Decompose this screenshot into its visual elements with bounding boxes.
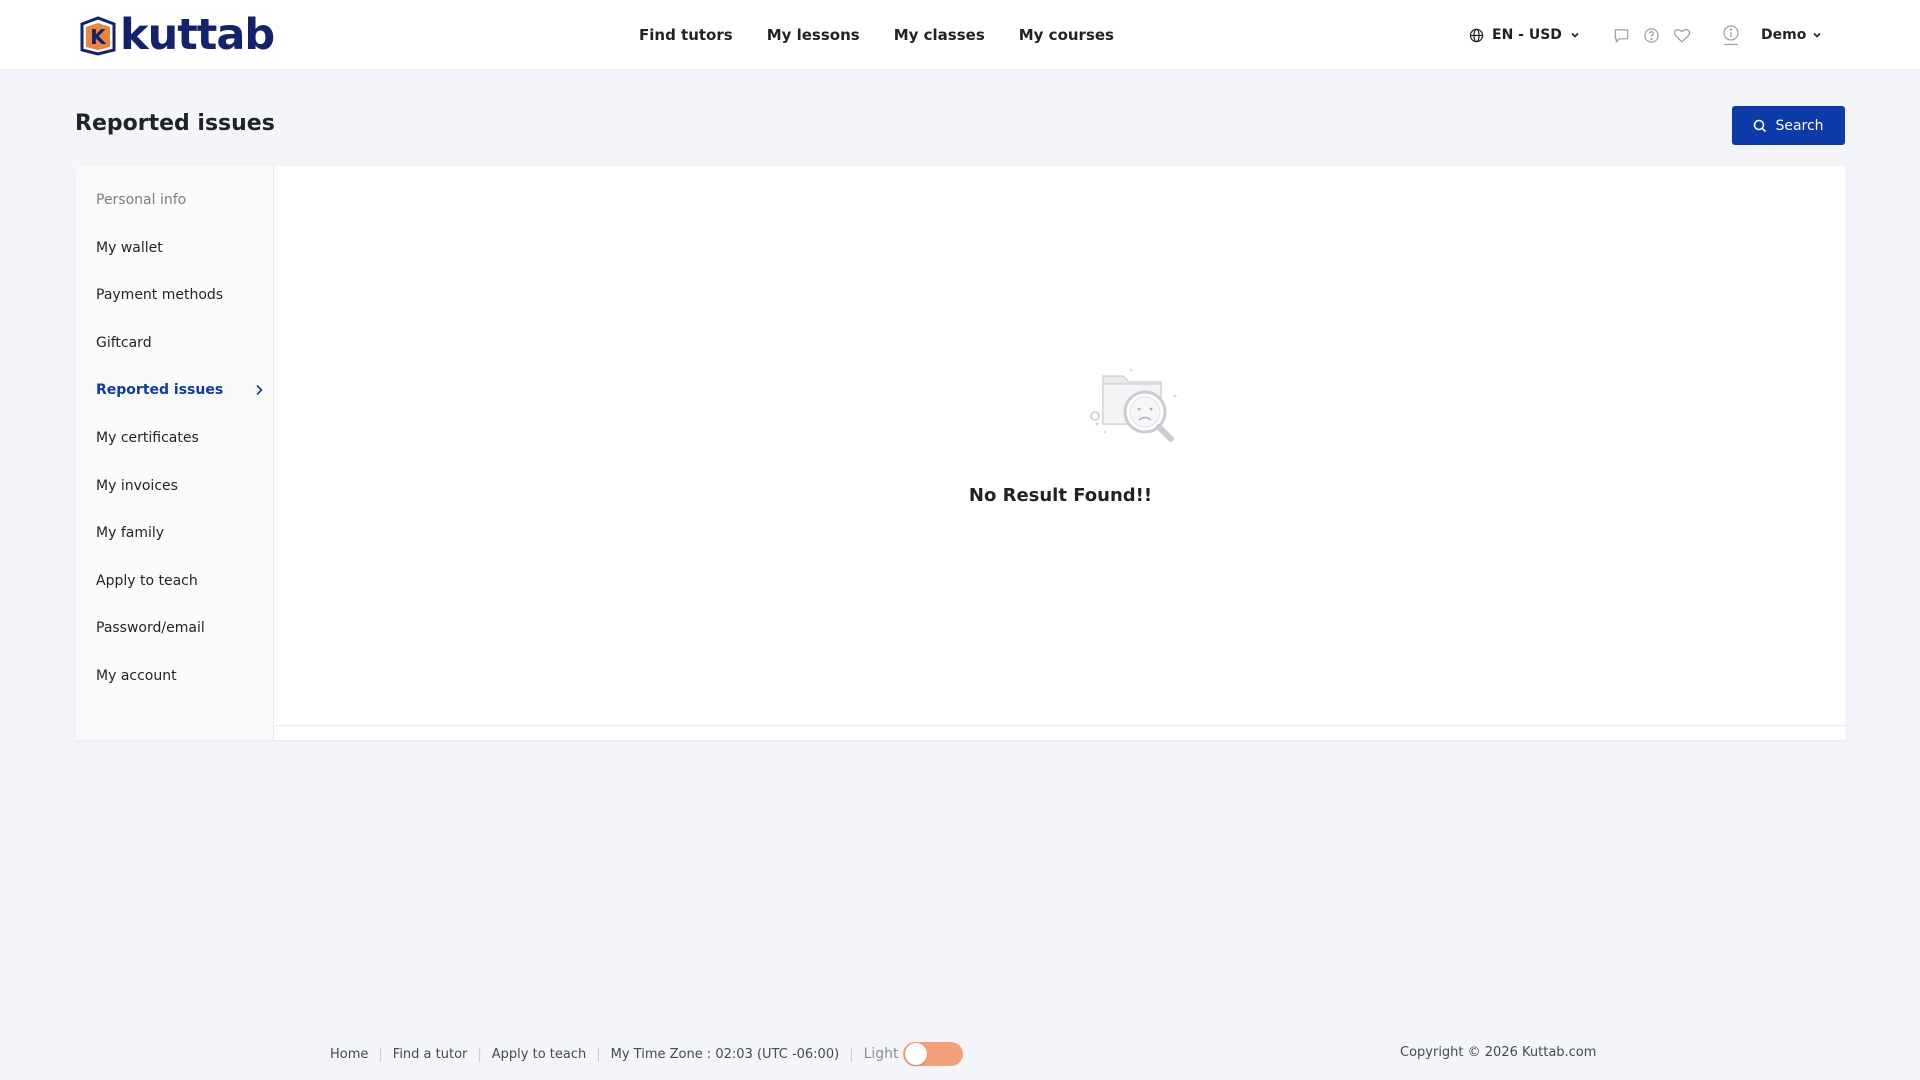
- sidebar-item-apply-to-teach[interactable]: Apply to teach: [96, 569, 264, 593]
- sidebar-item-label: Apply to teach: [96, 573, 198, 589]
- nav-my-classes[interactable]: My classes: [894, 26, 985, 44]
- sidebar-item-my-account[interactable]: My account: [96, 664, 264, 688]
- search-icon: [1754, 119, 1767, 132]
- sidebar-item-label: My family: [96, 525, 165, 541]
- search-button-label: Search: [1775, 117, 1824, 134]
- search-button[interactable]: Search: [1732, 106, 1845, 145]
- chevron-down-icon: [1571, 32, 1579, 38]
- chevron-right-icon: [256, 384, 263, 396]
- user-menu[interactable]: Demo: [1761, 24, 1822, 46]
- sidebar-item-giftcard[interactable]: Giftcard: [96, 331, 264, 355]
- logo-text: kuttab: [120, 10, 275, 60]
- kuttab-logo[interactable]: K kuttab: [78, 10, 275, 60]
- chat-icon[interactable]: [1613, 27, 1630, 44]
- svg-text:K: K: [90, 25, 107, 49]
- nav-my-lessons[interactable]: My lessons: [767, 26, 860, 44]
- footer-divider: |: [378, 1046, 383, 1062]
- sidebar-item-my-invoices[interactable]: My invoices: [96, 474, 264, 498]
- sidebar-item-label: Payment methods: [96, 287, 224, 303]
- sidebar-item-label: My invoices: [96, 478, 178, 494]
- sidebar-item-my-wallet[interactable]: My wallet: [96, 236, 264, 260]
- theme-label: Light: [863, 1046, 899, 1062]
- sidebar-item-payment-methods[interactable]: Payment methods: [96, 283, 264, 307]
- sidebar-item-label: Reported issues: [96, 382, 224, 398]
- account-sidebar: Personal info My wallet Payment methods …: [75, 166, 274, 740]
- footer-link-apply-to-teach[interactable]: Apply to teach: [492, 1047, 586, 1062]
- footer-divider: |: [477, 1046, 482, 1062]
- footer-timezone: My Time Zone : 02:03 (UTC -06:00): [610, 1046, 840, 1062]
- help-icon[interactable]: [1643, 27, 1660, 44]
- sidebar-item-label: Password/email: [96, 620, 205, 636]
- sidebar-item-label: Personal info: [96, 192, 187, 208]
- content-panel: No Result Found!!: [275, 166, 1846, 726]
- language-currency-selector[interactable]: EN - USD: [1469, 24, 1580, 46]
- sidebar-item-label: Giftcard: [96, 335, 152, 351]
- theme-toggle[interactable]: [902, 1042, 963, 1066]
- top-header: K kuttab Find tutors My lessons My class…: [0, 0, 1920, 70]
- sidebar-item-password-email[interactable]: Password/email: [96, 616, 264, 640]
- main-nav: Find tutors My lessons My classes My cou…: [639, 0, 1114, 70]
- empty-state-message: No Result Found!!: [968, 485, 1153, 506]
- heart-icon[interactable]: [1673, 27, 1691, 44]
- empty-folder-search-icon: [1090, 368, 1177, 442]
- page-title: Reported issues: [75, 111, 275, 136]
- nav-my-courses[interactable]: My courses: [1019, 26, 1114, 44]
- footer-links: Home | Find a tutor | Apply to teach | M…: [330, 1042, 963, 1066]
- language-currency-label: EN - USD: [1492, 27, 1562, 43]
- sidebar-item-label: My certificates: [96, 430, 199, 446]
- footer-divider: |: [596, 1046, 601, 1062]
- user-name: Demo: [1761, 27, 1807, 43]
- sidebar-item-label: My wallet: [96, 240, 163, 256]
- globe-icon: [1469, 28, 1484, 42]
- sidebar-item-my-certificates[interactable]: My certificates: [96, 426, 264, 450]
- theme-toggle-knob: [904, 1043, 927, 1065]
- nav-find-tutors[interactable]: Find tutors: [639, 26, 733, 44]
- footer-divider: |: [849, 1046, 854, 1062]
- sidebar-item-reported-issues[interactable]: Reported issues: [96, 378, 264, 402]
- footer-link-find-a-tutor[interactable]: Find a tutor: [393, 1047, 468, 1062]
- copyright-text: Copyright © 2026 Kuttab.com: [1400, 1045, 1597, 1060]
- sidebar-item-label: My account: [96, 668, 177, 684]
- info-icon[interactable]: [1722, 24, 1740, 46]
- account-card: Personal info My wallet Payment methods …: [75, 166, 1846, 740]
- chevron-down-icon: [1813, 32, 1821, 38]
- sidebar-item-my-family[interactable]: My family: [96, 521, 264, 545]
- header-icon-group: [1613, 25, 1691, 45]
- footer-link-home[interactable]: Home: [330, 1047, 368, 1062]
- sidebar-item-personal-info[interactable]: Personal info: [96, 188, 264, 212]
- logo-mark-icon: K: [80, 16, 116, 56]
